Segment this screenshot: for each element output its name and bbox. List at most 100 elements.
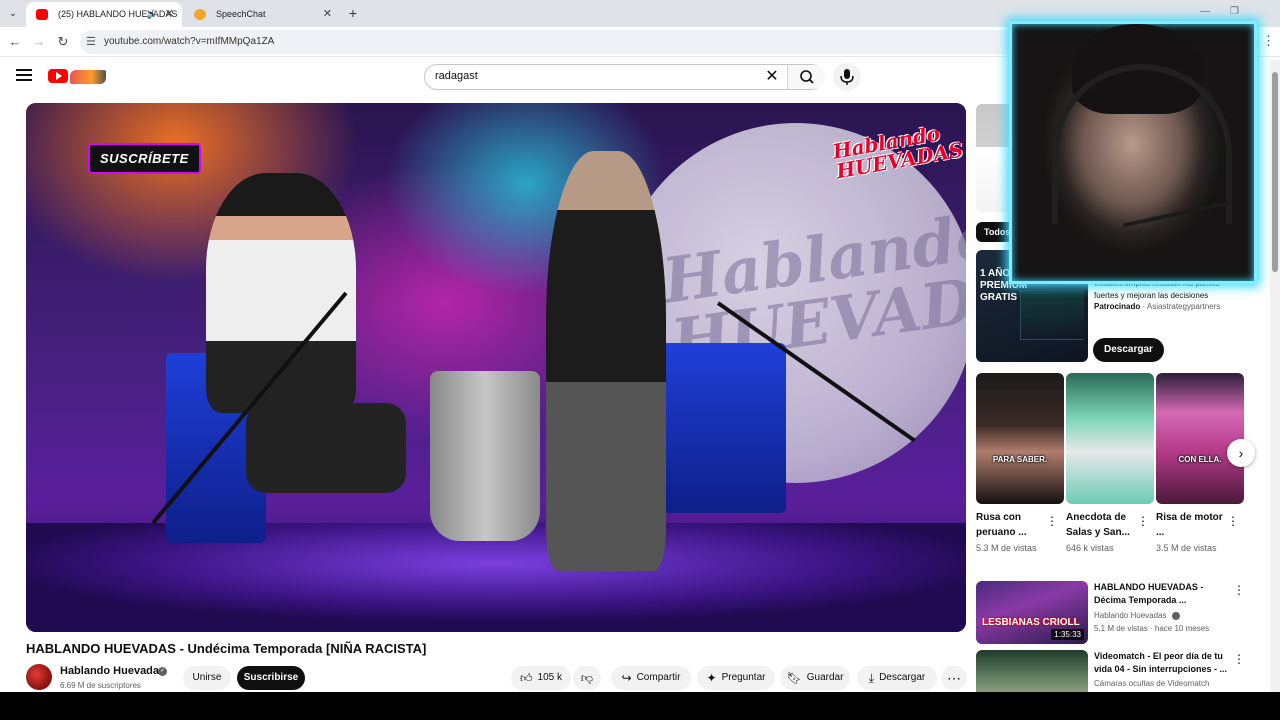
short-title[interactable]: Rusa con peruano ... bbox=[976, 510, 1048, 540]
short-thumbnail[interactable] bbox=[1066, 373, 1154, 504]
join-button[interactable]: Unirse bbox=[183, 666, 231, 690]
tab-youtube[interactable]: (25) HABLANDO HUEVADAS 🔊 ✕ bbox=[26, 2, 182, 27]
ad-download-button[interactable]: Descargar bbox=[1093, 338, 1164, 362]
channel-avatar[interactable] bbox=[26, 664, 52, 690]
short-title[interactable]: Anecdota de Salas y San... bbox=[1066, 510, 1138, 540]
clear-search-icon[interactable]: ✕ bbox=[763, 68, 781, 86]
channel-name[interactable]: Hablando Huevadas bbox=[60, 665, 165, 677]
share-label: Compartir bbox=[636, 672, 681, 683]
search-button[interactable] bbox=[787, 65, 825, 89]
page-scrollbar[interactable] bbox=[1270, 60, 1280, 692]
short-thumbnail[interactable]: PARA SABER. bbox=[976, 373, 1064, 504]
recommendation-meta: 5.1 M de vistas · hace 10 meses bbox=[1094, 624, 1210, 633]
screen: ⌄ (25) HABLANDO HUEVADAS 🔊 ✕ SpeechChat … bbox=[0, 0, 1280, 720]
tab-search-icon[interactable]: ⌄ bbox=[4, 5, 22, 23]
microphone-icon bbox=[840, 69, 854, 85]
download-label: Descargar bbox=[879, 672, 926, 683]
bookmark-icon: 🔖︎ bbox=[786, 671, 802, 685]
speechchat-favicon-icon bbox=[194, 9, 206, 20]
join-label: Unirse bbox=[192, 672, 222, 683]
short-more-icon[interactable]: ⋮ bbox=[1227, 514, 1239, 528]
dislike-button[interactable]: 👎︎ bbox=[573, 666, 601, 690]
verified-badge-icon: ✓ bbox=[158, 667, 167, 676]
youtube-favicon-icon bbox=[36, 9, 48, 20]
share-button[interactable]: ↪ Compartir bbox=[611, 666, 691, 690]
search-input[interactable] bbox=[435, 70, 755, 82]
short-thumbnail[interactable]: CON ELLA. bbox=[1156, 373, 1244, 504]
reload-icon[interactable]: ↻ bbox=[54, 33, 72, 51]
ad-advertiser: Asiastrategypartners bbox=[1146, 302, 1221, 311]
close-tab-icon[interactable]: ✕ bbox=[165, 2, 174, 27]
new-tab-button[interactable]: + bbox=[344, 4, 362, 22]
thumbs-down-icon: 👎︎ bbox=[580, 671, 594, 685]
ad-chart-graphic bbox=[1020, 290, 1084, 340]
subscribe-button[interactable]: Suscribirse bbox=[237, 666, 305, 690]
ask-label: Preguntar bbox=[721, 672, 766, 683]
youtube-logo[interactable] bbox=[48, 67, 108, 87]
short-views: 646 k vistas bbox=[1066, 543, 1114, 553]
recommendation-more-icon[interactable]: ⋮ bbox=[1233, 583, 1245, 597]
video-duration: 1:35:33 bbox=[1051, 629, 1084, 640]
like-count: 105 k bbox=[537, 672, 562, 683]
recommendation-more-icon[interactable]: ⋮ bbox=[1233, 652, 1245, 666]
video-chair-right bbox=[646, 343, 786, 513]
subscriber-count: 6.69 M de suscriptores bbox=[60, 681, 141, 690]
video-host-left-shorts bbox=[246, 403, 406, 493]
sparkle-icon: ✦ bbox=[706, 671, 717, 685]
voice-search-button[interactable] bbox=[833, 63, 861, 91]
video-title: HABLANDO HUEVADAS - Undécima Temporada [… bbox=[26, 641, 427, 656]
webcam-headset bbox=[1052, 64, 1232, 224]
bottom-bar bbox=[0, 692, 1280, 720]
subscribe-label: Suscribirse bbox=[243, 672, 299, 683]
download-icon: ⤓ bbox=[868, 671, 875, 685]
short-title[interactable]: Risa de motor ... bbox=[1156, 510, 1228, 540]
site-info-icon[interactable]: ☰ bbox=[86, 35, 96, 48]
share-icon: ↪ bbox=[621, 671, 632, 685]
tab-title: SpeechChat bbox=[216, 9, 266, 19]
url-text: youtube.com/watch?v=mIfMMpQa1ZA bbox=[104, 36, 275, 47]
ask-button[interactable]: ✦ Preguntar bbox=[697, 666, 775, 690]
close-tab-icon[interactable]: ✕ bbox=[323, 2, 332, 27]
recommendation-title[interactable]: HABLANDO HUEVADAS - Décima Temporada ... bbox=[1094, 581, 1229, 607]
save-button[interactable]: 🔖︎ Guardar bbox=[780, 666, 850, 690]
short-caption: PARA SABER. bbox=[992, 455, 1048, 464]
forward-icon[interactable]: → bbox=[30, 33, 48, 51]
search-box: ✕ bbox=[424, 64, 825, 90]
recommendation-channel: Cámaras ocultas de Videomatch bbox=[1094, 679, 1210, 688]
browser-menu-icon[interactable]: ⋮ bbox=[1262, 33, 1275, 49]
video-host-right bbox=[546, 151, 666, 571]
menu-icon[interactable] bbox=[16, 69, 32, 81]
minimize-icon[interactable]: — bbox=[1200, 6, 1210, 17]
video-host-left bbox=[206, 173, 356, 413]
subscribe-overlay-badge: SUSCRÍBETE bbox=[88, 143, 201, 174]
tab-speechchat[interactable]: SpeechChat ✕ bbox=[184, 2, 340, 27]
recommendation-channel: Hablando Huevadas bbox=[1094, 611, 1180, 620]
tab-title: (25) HABLANDO HUEVADAS bbox=[58, 9, 178, 19]
maximize-icon[interactable]: ❐ bbox=[1230, 6, 1239, 17]
search-icon bbox=[800, 70, 814, 84]
more-actions-button[interactable]: ⋯ bbox=[941, 666, 967, 690]
short-more-icon[interactable]: ⋮ bbox=[1137, 514, 1149, 528]
scrollbar-thumb[interactable] bbox=[1272, 72, 1278, 272]
ad-sponsor: Patrocinado · Asiastrategypartners bbox=[1094, 302, 1220, 311]
shorts-next-icon[interactable]: › bbox=[1227, 439, 1255, 467]
doodle-icon bbox=[70, 70, 106, 84]
thumbs-up-icon: 👍︎ bbox=[519, 671, 533, 685]
video-podium bbox=[430, 371, 540, 541]
short-views: 3.5 M de vistas bbox=[1156, 543, 1217, 553]
ad-sponsored-label: Patrocinado bbox=[1094, 302, 1141, 311]
youtube-play-icon bbox=[48, 69, 68, 83]
short-more-icon[interactable]: ⋮ bbox=[1046, 514, 1058, 528]
video-player[interactable]: Hablando HUEVADAS SUSCRÍBETE Hablando HU… bbox=[26, 103, 966, 632]
recommendation-thumbnail[interactable]: LESBIANAS CRIOLL 1:35:33 bbox=[976, 581, 1088, 644]
recommendation-channel-name: Hablando Huevadas bbox=[1094, 611, 1167, 620]
download-button[interactable]: ⤓ Descargar bbox=[857, 666, 937, 690]
recommendation-title[interactable]: Videomatch - El peor día de tu vida 04 -… bbox=[1094, 650, 1229, 676]
speaker-icon[interactable]: 🔊 bbox=[147, 2, 158, 27]
more-icon: ⋯ bbox=[947, 670, 961, 686]
short-views: 5.3 M de vistas bbox=[976, 543, 1037, 553]
like-button[interactable]: 👍︎ 105 k bbox=[511, 666, 571, 690]
back-icon[interactable]: ← bbox=[6, 33, 24, 51]
webcam-overlay bbox=[1009, 21, 1257, 284]
verified-badge-icon bbox=[1171, 611, 1180, 620]
